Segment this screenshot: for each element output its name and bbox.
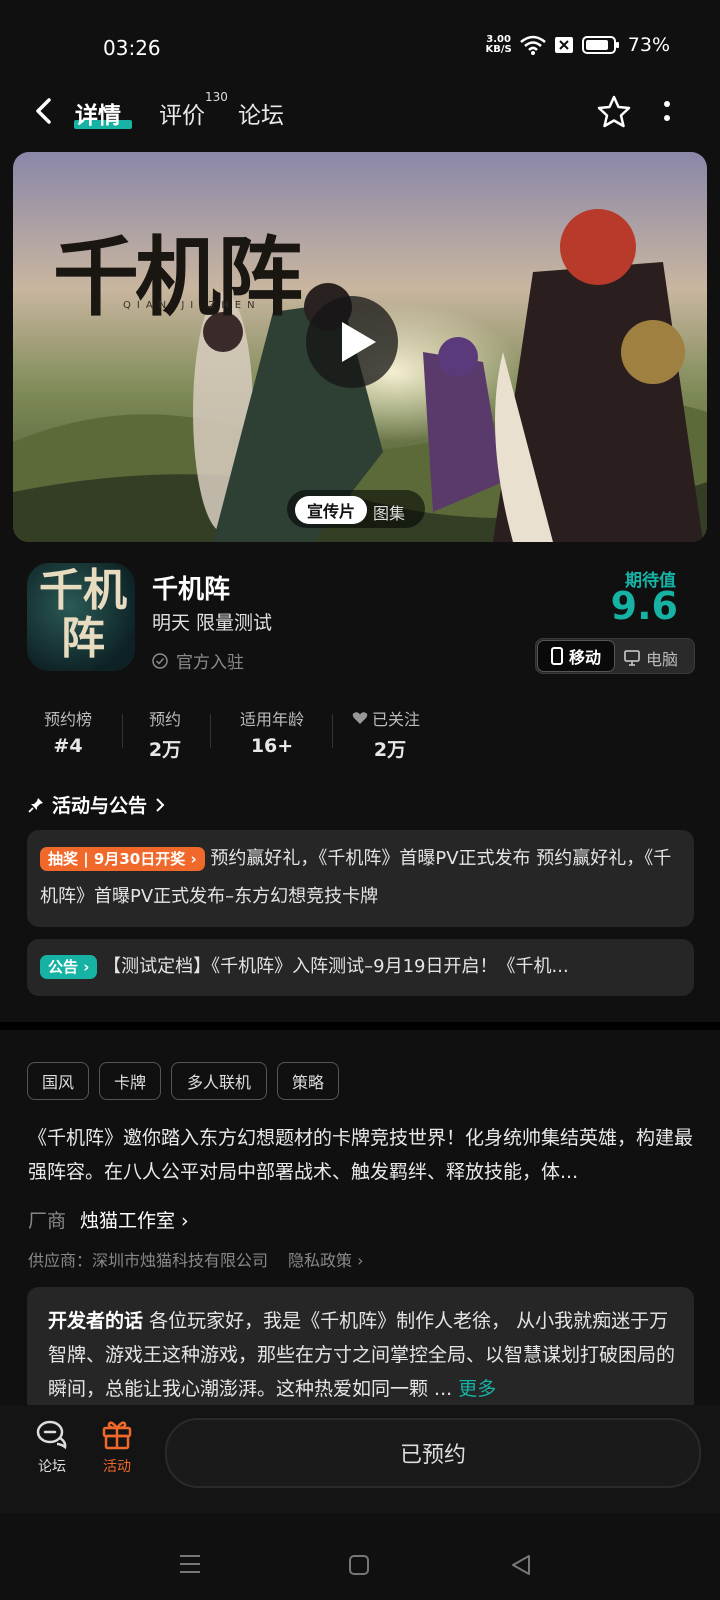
notices-header[interactable]: 活动与公告 [28, 791, 165, 818]
wifi-icon [519, 35, 546, 55]
pin-icon [28, 797, 43, 813]
vendor-label: 厂商 [28, 1210, 67, 1232]
stat-age-value: 16+ [250, 735, 294, 757]
tab-trailer[interactable]: 宣传片 [295, 496, 367, 524]
divider [332, 714, 333, 748]
platform-pc[interactable]: 电脑 [624, 646, 678, 670]
supplier-row: 供应商：深圳市烛猫科技有限公司 隐私政策 › [28, 1247, 364, 1271]
play-icon [342, 322, 376, 362]
chevron-right-icon [156, 797, 165, 812]
monitor-icon [624, 650, 640, 666]
network-speed: 3.00 KB/S [485, 34, 512, 55]
more-link[interactable]: 更多 [458, 1378, 496, 1400]
tag-chip[interactable]: 国风 [27, 1062, 89, 1100]
heart-icon [352, 712, 368, 724]
review-count-badge: 130 [205, 90, 228, 104]
tag-chip[interactable]: 卡牌 [99, 1062, 161, 1100]
reserved-button[interactable]: 已预约 [165, 1418, 701, 1488]
back-icon[interactable] [30, 96, 60, 126]
tab-forum[interactable]: 论坛 [238, 96, 284, 130]
gift-icon [102, 1421, 132, 1450]
tag-chip[interactable]: 策略 [277, 1062, 339, 1100]
banner-logo-subtitle: QIAN JI ZHEN [123, 300, 261, 311]
announcement-card[interactable]: 公告 › 【测试定档】《千机阵》入阵测试–9月19日开启！《千机... [27, 939, 694, 996]
stat-rank-value: #4 [53, 735, 83, 757]
check-circle-icon [152, 652, 168, 669]
developer-note-text: 各位玩家好，我是《千机阵》制作人老徐， 从小我就痴迷于万智牌、游戏王这种游戏，那… [48, 1310, 676, 1400]
tag-chip[interactable]: 多人联机 [171, 1062, 267, 1100]
phone-icon [550, 647, 563, 665]
expectation-score: 9.6 [610, 584, 678, 628]
tab-gallery[interactable]: 图集 [373, 500, 405, 524]
star-icon[interactable] [596, 94, 632, 130]
tab-details[interactable]: 详情 [75, 96, 121, 130]
tab-reviews[interactable]: 评价 [159, 96, 205, 130]
vendor-name[interactable]: 烛猫工作室 › [80, 1206, 189, 1233]
stat-reserve-value: 2万 [148, 739, 182, 761]
developer-note-label: 开发者的话 [48, 1310, 144, 1332]
chat-icon [36, 1420, 67, 1450]
announcement-text: 【测试定档】《千机阵》入阵测试–9月19日开启！《千机... [103, 956, 569, 977]
developer-note[interactable]: 开发者的话 各位玩家好，我是《千机阵》制作人老徐， 从小我就痴迷于万智牌、游戏王… [48, 1304, 678, 1406]
activity-button[interactable]: 活动 [85, 1418, 149, 1476]
sim-off-icon [554, 37, 573, 53]
more-icon[interactable] [662, 98, 672, 126]
forum-button[interactable]: 论坛 [20, 1418, 84, 1476]
status-time: 03:26 [103, 36, 161, 60]
privacy-policy-link[interactable]: 隐私政策 › [288, 1247, 364, 1271]
vendor-row[interactable]: 厂商 烛猫工作室 › [28, 1206, 189, 1233]
supplier-text: 供应商：深圳市烛猫科技有限公司 [28, 1251, 269, 1270]
platform-mobile[interactable]: 移动 [537, 640, 615, 672]
stat-follow-label[interactable]: 已关注 [352, 706, 432, 730]
banner-logo: 千机阵 [53, 227, 303, 328]
battery-icon [581, 36, 619, 54]
app-release-status: 明天 限量测试 [152, 612, 273, 634]
app-icon-logo: 千机阵 [39, 565, 127, 664]
activity-card[interactable]: 抽奖 | 9月30日开奖 › 预约赢好礼，《千机阵》首曝PV正式发布 预约赢好礼… [27, 830, 694, 927]
stat-age-label: 适用年龄 [239, 710, 304, 729]
app-name: 千机阵 [152, 575, 231, 605]
back-nav-icon[interactable] [510, 1554, 532, 1576]
menu-icon[interactable] [178, 1554, 202, 1574]
section-divider [0, 1022, 720, 1030]
divider [210, 714, 211, 748]
status-icons: 3.00 KB/S 73% [486, 34, 670, 56]
stat-follow-value: 2万 [373, 739, 407, 761]
announcement-tag: 公告 › [40, 955, 98, 979]
game-description[interactable]: 《千机阵》邀你踏入东方幻想题材的卡牌竞技世界！化身统帅集结英雄，构建最强阵容。在… [28, 1121, 698, 1189]
activity-tag: 抽奖 | 9月30日开奖 › [40, 847, 205, 871]
stat-rank-label: 预约榜 [43, 710, 92, 729]
stat-reserve-label: 预约 [148, 710, 181, 729]
battery-percent: 73% [627, 34, 670, 56]
official-badge: 官方入驻 [152, 648, 244, 673]
divider [122, 714, 123, 748]
home-icon[interactable] [348, 1554, 370, 1576]
